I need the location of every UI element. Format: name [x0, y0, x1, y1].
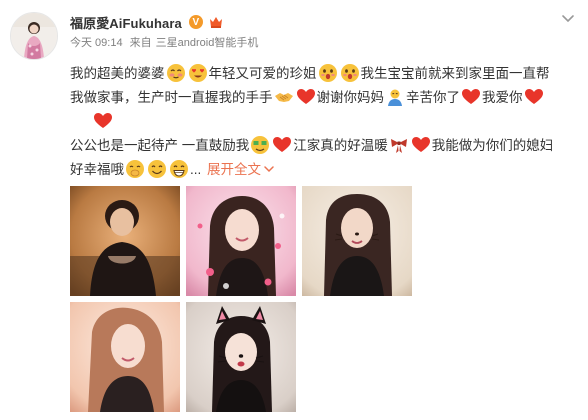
photo-image — [186, 302, 296, 412]
blushing-face-emoji-icon — [166, 64, 185, 82]
text-segment: 江家真的好温暖 — [293, 138, 388, 153]
ellipsis: ... — [190, 162, 202, 177]
heart-icon — [524, 89, 543, 104]
text-segment: 我的超美的婆婆 — [70, 66, 165, 81]
post-header: 福原愛AiFukuhara V — [70, 12, 224, 32]
text-segment: 好幸福哦 — [70, 162, 124, 177]
photo-image — [186, 186, 296, 296]
photo-thumbnail[interactable] — [70, 302, 180, 412]
text-segment: 公公也是一起待产 一直鼓励我 — [70, 138, 250, 153]
chevron-down-icon — [264, 166, 274, 173]
post-time[interactable]: 今天 09:14 — [70, 37, 123, 49]
text-segment: 我生宝宝前就来到家里面一直帮 — [360, 66, 550, 81]
shocked-face-emoji-icon — [340, 64, 359, 82]
person-bowing-emoji-icon — [388, 89, 402, 106]
heart-eyes-emoji-icon — [188, 64, 207, 82]
heart-icon — [94, 113, 112, 128]
source-prefix: 来自 — [129, 37, 152, 49]
photo-image — [70, 186, 180, 296]
handshake-emoji-icon — [274, 93, 293, 102]
source-client[interactable]: 三星android智能手机 — [156, 37, 259, 49]
text-segment: 辛苦你了 — [406, 90, 460, 105]
heart-icon — [296, 89, 315, 104]
photo-thumbnail[interactable] — [70, 186, 180, 296]
photo-image — [302, 186, 412, 296]
text-segment: 我能做为你们的媳妇 — [431, 138, 554, 153]
username[interactable]: 福原愛AiFukuhara — [70, 13, 182, 32]
smiling-face-emoji-icon — [148, 160, 166, 178]
text-segment: 年轻又可爱的珍姐 — [208, 66, 317, 81]
grinning-face-emoji-icon — [170, 160, 188, 178]
expand-full-text-link[interactable]: 展开全文 — [207, 162, 274, 177]
avatar-image — [11, 13, 57, 59]
vip-badge-icon[interactable]: V — [188, 15, 203, 29]
photo-thumbnail[interactable] — [186, 302, 296, 412]
weibo-post-card: 福原愛AiFukuhara V 今天 09:14 来自 三星android智能手机… — [0, 0, 588, 420]
heart-icon — [462, 89, 480, 104]
avatar[interactable] — [10, 12, 58, 60]
ribbon-bow-emoji-icon — [390, 139, 407, 153]
expand-label: 展开全文 — [207, 162, 262, 177]
heart-icon — [411, 137, 430, 152]
heart-icon — [273, 137, 292, 152]
photo-thumbnail[interactable] — [186, 186, 296, 296]
text-segment: 我爱你 — [482, 90, 523, 105]
text-segment: 我做家事，生产时一直握我的手手 — [70, 90, 273, 105]
hand-over-mouth-emoji-icon — [126, 160, 144, 178]
photo-thumbnail[interactable] — [302, 186, 412, 296]
money-eyes-emoji-icon — [251, 136, 270, 154]
text-segment: 谢谢你妈妈 — [316, 90, 385, 105]
member-crown-icon[interactable] — [208, 14, 224, 30]
post-meta: 今天 09:14 来自 三星android智能手机 — [70, 34, 262, 50]
chevron-down-icon[interactable] — [560, 12, 576, 26]
post-text: 我的超美的婆婆 年轻又可爱的珍姐 我生宝宝前就来到家里面一直帮 我做家事，生产时一直… — [70, 62, 576, 182]
photo-image — [70, 302, 180, 412]
shocked-face-emoji-icon — [318, 64, 337, 82]
